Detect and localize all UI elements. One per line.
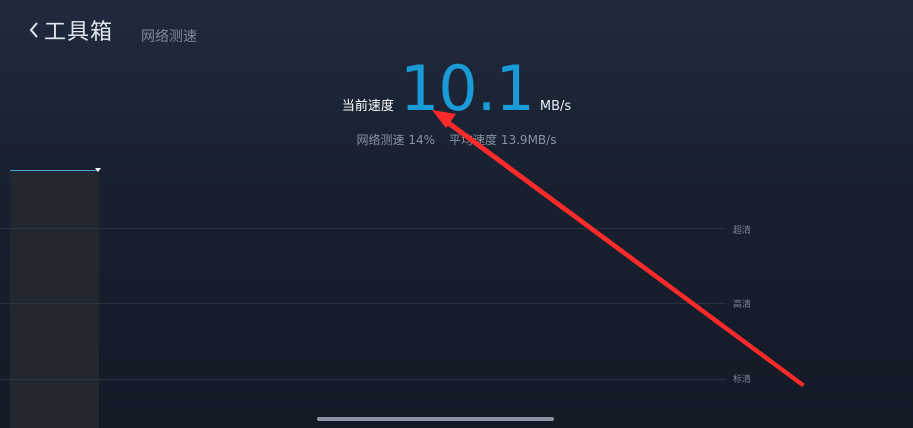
high-hd-threshold-line <box>0 303 726 304</box>
average-speed-text: 平均速度 13.9MB/s <box>449 133 557 147</box>
current-speed-label: 当前速度 <box>341 99 394 114</box>
header: 工具箱 网络测速 <box>28 14 197 46</box>
ultra-hd-threshold-line <box>0 228 726 229</box>
current-speed-value: 10.1 <box>399 52 535 125</box>
current-speed-display: 当前速度 10.1 MB/s <box>0 58 913 120</box>
ultra-hd-label: 超清 <box>733 226 752 236</box>
high-hd-label: 高清 <box>733 300 752 310</box>
standard-threshold-line <box>0 379 726 380</box>
speed-bar-top-line <box>10 170 99 171</box>
back-button[interactable]: 工具箱 <box>28 14 113 46</box>
home-indicator[interactable] <box>317 417 554 421</box>
page-title: 工具箱 <box>44 20 114 45</box>
speed-bar-marker-icon <box>95 168 101 172</box>
standard-label: 标清 <box>733 375 752 385</box>
current-speed-unit: MB/s <box>539 99 572 114</box>
test-progress-text: 网络测速 14% <box>356 133 436 147</box>
speed-test-stats: 网络测速 14% 平均速度 13.9MB/s <box>0 131 913 148</box>
speed-test-screen: 工具箱 网络测速 当前速度 10.1 MB/s 网络测速 14% 平均速度 13… <box>0 0 913 428</box>
chevron-left-icon <box>29 22 38 38</box>
page-subtitle: 网络测速 <box>141 29 198 45</box>
speed-bar <box>10 171 99 428</box>
